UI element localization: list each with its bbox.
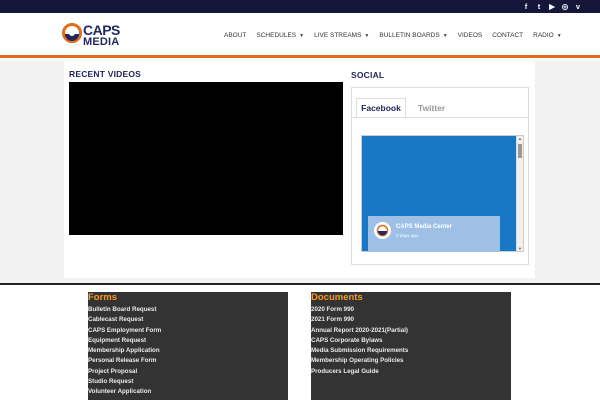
- site-header: CAPS MEDIA ABOUT SCHEDULES ▼ LIVE STREAMS…: [0, 13, 600, 58]
- chevron-down-icon: ▼: [364, 33, 370, 39]
- forms-link[interactable]: Bulletin Board Request: [88, 306, 284, 313]
- facebook-icon[interactable]: f: [522, 1, 530, 12]
- facebook-feed-frame[interactable]: CAPS Media Center 2 days ago ▲ ▼: [361, 135, 524, 252]
- forms-link[interactable]: Project Proposal: [88, 368, 284, 375]
- logo-word-caps: CAPS: [83, 22, 120, 38]
- forms-column: Forms Bulletin Board Request Cablecast R…: [88, 292, 288, 400]
- main-nav: ABOUT SCHEDULES ▼ LIVE STREAMS ▼ BULLETIN …: [224, 31, 572, 41]
- facebook-post-time: 2 days ago: [396, 233, 419, 238]
- forms-link[interactable]: CAPS Employment Form: [88, 327, 284, 334]
- document-link[interactable]: Producers Legal Guide: [311, 368, 416, 375]
- tab-twitter[interactable]: Twitter: [418, 102, 445, 114]
- chevron-down-icon: ▼: [442, 33, 448, 39]
- document-link[interactable]: 2021 Form 990: [311, 316, 416, 323]
- document-link[interactable]: Membership Operating Policies: [311, 357, 416, 364]
- top-bar: f t ▶ ◎ v: [0, 0, 600, 13]
- nav-about-label: ABOUT: [224, 32, 247, 39]
- nav-bulletin-boards[interactable]: BULLETIN BOARDS ▼: [379, 31, 447, 41]
- forms-link[interactable]: Personal Release Form: [88, 357, 284, 364]
- vimeo-icon[interactable]: v: [574, 1, 582, 12]
- forms-link[interactable]: Studio Request: [88, 378, 284, 385]
- nav-radio-label: RADIO: [533, 32, 554, 39]
- nav-live-streams[interactable]: LIVE STREAMS ▼: [314, 31, 369, 41]
- documents-heading: Documents: [311, 292, 363, 303]
- forms-list: Bulletin Board Request Cablecast Request…: [88, 306, 284, 399]
- nav-schedules[interactable]: SCHEDULES ▼: [256, 31, 304, 41]
- forms-link[interactable]: Equipment Request: [88, 337, 284, 344]
- recent-videos-heading: RECENT VIDEOS: [69, 69, 142, 79]
- nav-live-streams-label: LIVE STREAMS: [314, 32, 362, 39]
- scroll-up-icon[interactable]: ▲: [517, 136, 523, 141]
- documents-list: 2020 Form 990 2021 Form 990 Annual Repor…: [311, 306, 507, 378]
- logo-word-media: MEDIA: [83, 36, 120, 48]
- forms-link[interactable]: Membership Application: [88, 347, 284, 354]
- nav-schedules-label: SCHEDULES: [256, 32, 297, 39]
- avatar: [374, 222, 391, 239]
- chevron-down-icon: ▼: [556, 33, 562, 39]
- forms-link[interactable]: Volunteer Application: [88, 388, 284, 395]
- caps-media-logo[interactable]: CAPS MEDIA: [62, 23, 122, 49]
- facebook-page-header[interactable]: CAPS Media Center 2 days ago: [368, 216, 500, 252]
- feed-scrollbar[interactable]: ▲ ▼: [516, 136, 523, 251]
- document-link[interactable]: Media Submission Requirements: [311, 347, 416, 354]
- document-link[interactable]: Annual Report 2020-2021(Partial): [311, 327, 416, 334]
- documents-column: Documents 2020 Form 990 2021 Form 990 An…: [311, 292, 511, 400]
- social-heading: SOCIAL: [351, 70, 385, 80]
- forms-heading: Forms: [88, 292, 118, 303]
- nav-about[interactable]: ABOUT: [224, 31, 246, 41]
- nav-videos-label: VIDEOS: [457, 32, 483, 39]
- social-links: f t ▶ ◎ v: [522, 1, 582, 12]
- nav-contact-label: CONTACT: [492, 32, 524, 39]
- nav-bulletin-boards-label: BULLETIN BOARDS: [379, 32, 440, 39]
- nav-contact[interactable]: CONTACT: [492, 31, 523, 41]
- forms-link[interactable]: Cablecast Request: [88, 316, 284, 323]
- document-link[interactable]: CAPS Corporate Bylaws: [311, 337, 416, 344]
- social-widget: Facebook Twitter CAPS Media Center 2 day…: [351, 87, 529, 265]
- facebook-page-name[interactable]: CAPS Media Center: [396, 224, 452, 230]
- nav-videos[interactable]: VIDEOS: [458, 31, 483, 41]
- scroll-down-icon[interactable]: ▼: [517, 246, 523, 251]
- facebook-cover: CAPS Media Center 2 days ago: [362, 136, 517, 252]
- scrollbar-thumb[interactable]: [518, 144, 522, 158]
- youtube-icon[interactable]: ▶: [548, 1, 556, 12]
- tab-divider: [352, 117, 528, 118]
- video-player[interactable]: [69, 82, 343, 235]
- logo-mark-icon: [62, 23, 82, 43]
- instagram-icon[interactable]: ◎: [561, 1, 569, 12]
- nav-radio[interactable]: RADIO ▼: [533, 31, 562, 41]
- twitter-icon[interactable]: t: [535, 1, 543, 12]
- caps-logo-icon: [376, 224, 389, 237]
- chevron-down-icon: ▼: [299, 33, 305, 39]
- tab-facebook[interactable]: Facebook: [356, 98, 406, 117]
- document-link[interactable]: 2020 Form 990: [311, 306, 416, 313]
